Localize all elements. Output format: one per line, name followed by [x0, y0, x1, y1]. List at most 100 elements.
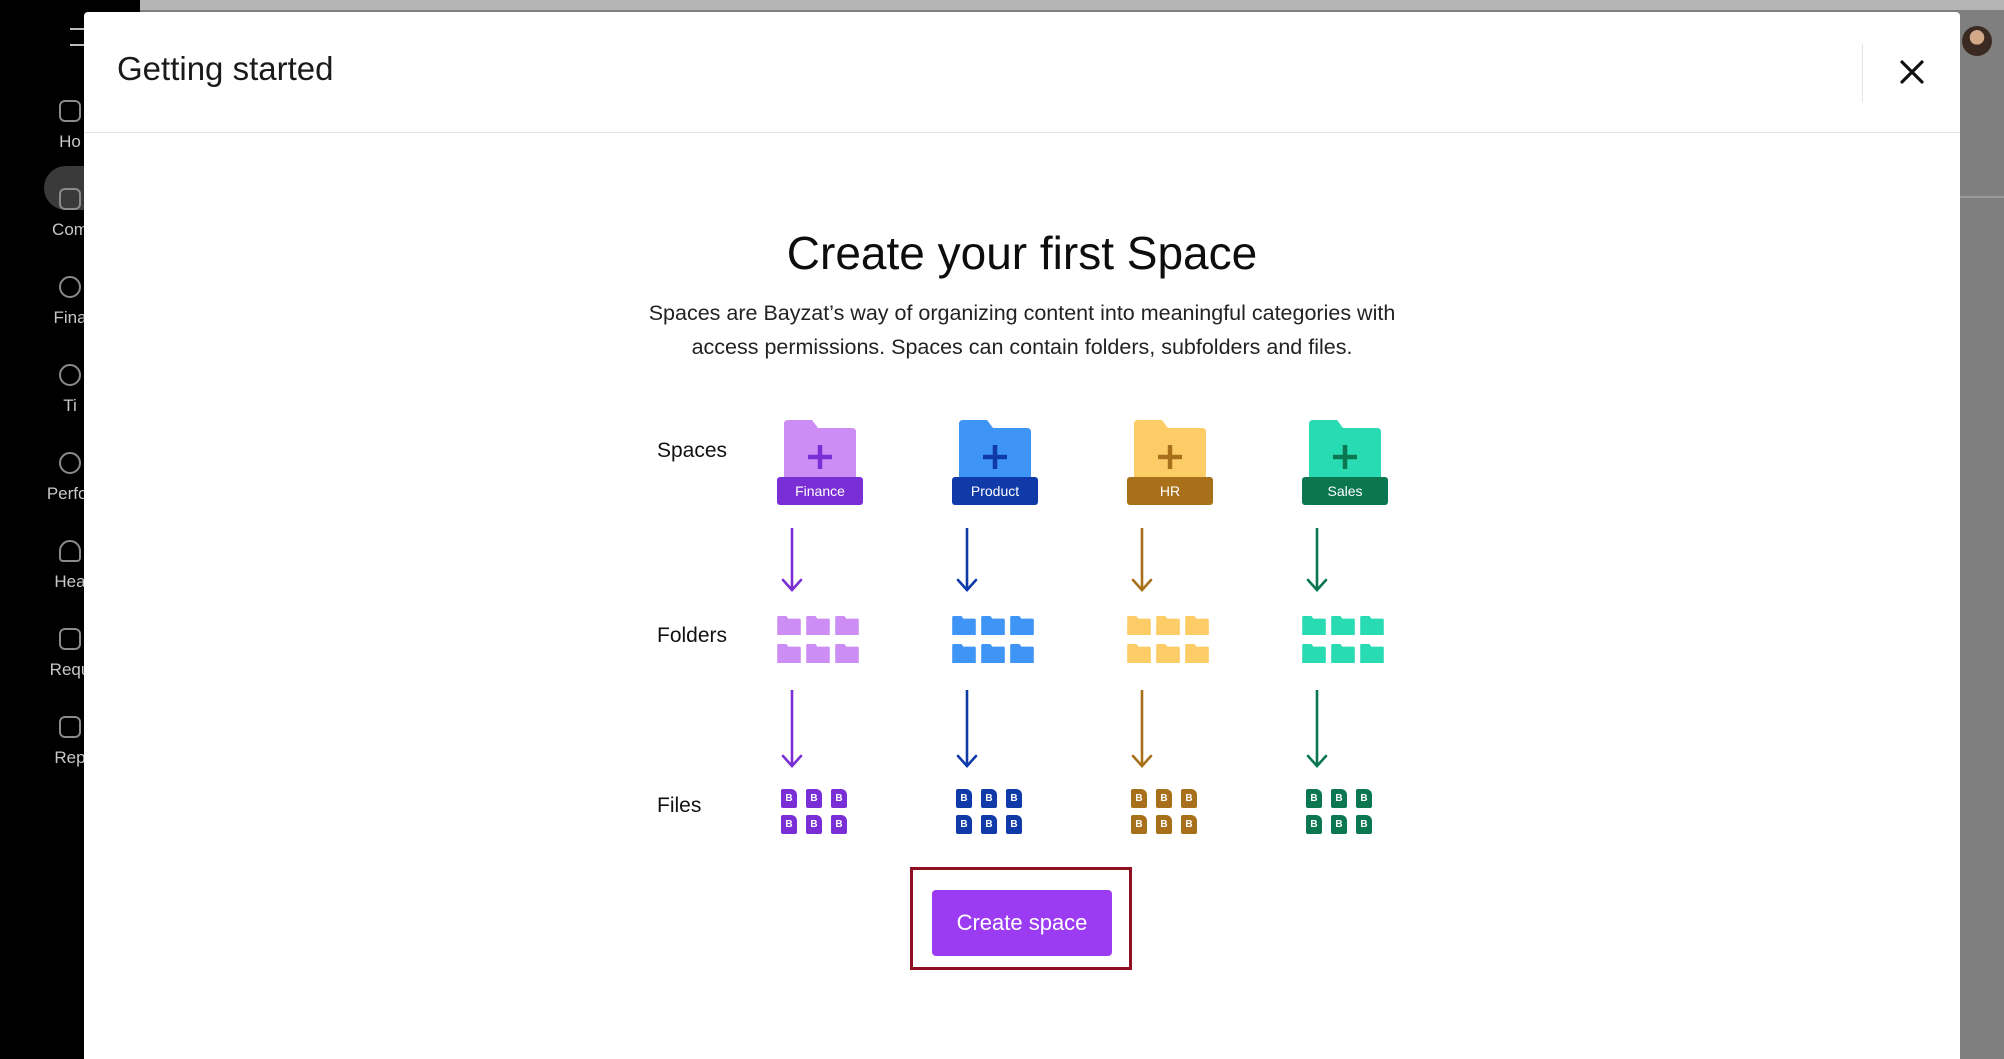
create-space-button[interactable]: Create space — [932, 890, 1112, 956]
folder-icon — [1134, 420, 1206, 478]
folder-shape — [777, 616, 801, 635]
file-icon: B — [831, 815, 847, 834]
file-icon: B — [1131, 789, 1147, 808]
folder-shape — [806, 644, 830, 663]
plus-icon — [808, 445, 832, 469]
row-label-spaces: Spaces — [657, 439, 728, 462]
folders-grid-product — [952, 616, 1036, 666]
folder-icon — [1010, 616, 1034, 635]
folder-shape — [1185, 616, 1209, 635]
arrow-spaces-to-folders — [955, 528, 979, 597]
folder-icon — [835, 644, 859, 663]
folder-icon — [806, 644, 830, 663]
file-icon: B — [981, 789, 997, 808]
arrow-spaces-to-folders — [780, 528, 804, 597]
file-icon: B — [981, 815, 997, 834]
folder-shape — [777, 644, 801, 663]
file-icon: B — [1006, 815, 1022, 834]
files-grid-hr: BBBBBB — [1131, 789, 1203, 837]
target-icon — [59, 452, 81, 474]
folder-icon — [1156, 644, 1180, 663]
folder-shape — [1127, 616, 1151, 635]
divider — [1960, 196, 2004, 198]
modal-title: Getting started — [117, 50, 334, 87]
folder-shape — [1010, 616, 1034, 635]
building-icon — [59, 188, 81, 210]
file-icon: B — [806, 815, 822, 834]
files-grid-product: BBBBBB — [956, 789, 1028, 837]
folder-shape — [1360, 644, 1384, 663]
space-card-product: Product — [952, 420, 1042, 506]
folder-icon — [952, 644, 976, 663]
plus-icon — [983, 445, 1007, 469]
folder-icon — [1185, 644, 1209, 663]
file-icon: B — [1356, 815, 1372, 834]
file-icon: B — [806, 789, 822, 808]
folder-shape — [952, 644, 976, 663]
clock-icon — [59, 364, 81, 386]
folders-grid-sales — [1302, 616, 1386, 666]
arrow-spaces-to-folders — [1130, 528, 1154, 597]
folder-icon — [1360, 616, 1384, 635]
files-grid-finance: BBBBBB — [781, 789, 853, 837]
file-icon: B — [1131, 815, 1147, 834]
folder-icon — [1156, 616, 1180, 635]
folder-shape — [1156, 616, 1180, 635]
folder-shape — [981, 616, 1005, 635]
folder-icon — [1185, 616, 1209, 635]
modal-header: Getting started — [84, 12, 1960, 133]
file-icon: B — [1156, 815, 1172, 834]
arrow-down-icon — [956, 528, 978, 592]
folder-shape — [952, 616, 976, 635]
arrow-down-icon — [1306, 690, 1328, 768]
folder-icon — [1360, 644, 1384, 663]
arrow-folders-to-files — [1305, 690, 1329, 773]
arrow-folders-to-files — [780, 690, 804, 773]
folder-icon — [1010, 644, 1034, 663]
folder-shape — [835, 616, 859, 635]
finance-icon — [59, 276, 81, 298]
folder-icon — [1331, 616, 1355, 635]
folder-icon — [1302, 616, 1326, 635]
row-label-files: Files — [657, 794, 702, 817]
folders-grid-finance — [777, 616, 861, 666]
file-icon: B — [1331, 789, 1347, 808]
umbrella-icon — [59, 540, 81, 562]
file-icon: B — [1181, 815, 1197, 834]
avatar[interactable] — [1962, 26, 1992, 56]
clipboard-icon — [59, 628, 81, 650]
arrow-down-icon — [1306, 528, 1328, 592]
arrow-down-icon — [1131, 690, 1153, 768]
folder-icon — [981, 644, 1005, 663]
plus-icon — [1333, 445, 1357, 469]
folder-shape — [806, 616, 830, 635]
folder-icon — [981, 616, 1005, 635]
getting-started-modal: Getting started Create your first Space … — [84, 12, 1960, 1059]
file-icon: B — [956, 789, 972, 808]
folder-shape — [1156, 644, 1180, 663]
files-grid-sales: BBBBBB — [1306, 789, 1378, 837]
close-button[interactable] — [1890, 50, 1934, 94]
folder-icon — [1302, 644, 1326, 663]
row-label-folders: Folders — [657, 624, 728, 647]
folder-shape — [1185, 644, 1209, 663]
file-icon: B — [781, 815, 797, 834]
arrow-down-icon — [1131, 528, 1153, 592]
folder-icon — [784, 420, 856, 478]
reports-icon — [59, 716, 81, 738]
folder-shape — [1010, 644, 1034, 663]
file-icon: B — [1356, 789, 1372, 808]
folder-icon — [1127, 616, 1151, 635]
folder-icon — [835, 616, 859, 635]
plus-icon — [1158, 445, 1182, 469]
folders-grid-hr — [1127, 616, 1211, 666]
folder-icon — [1127, 644, 1151, 663]
file-icon: B — [956, 815, 972, 834]
sidebar-item-label: Rep — [54, 748, 86, 767]
folder-icon — [952, 616, 976, 635]
file-icon: B — [1006, 789, 1022, 808]
sidebar-item-label: Com — [52, 220, 88, 239]
folder-shape — [1360, 616, 1384, 635]
folder-shape — [1331, 644, 1355, 663]
page-title: Create your first Space — [786, 227, 1258, 279]
